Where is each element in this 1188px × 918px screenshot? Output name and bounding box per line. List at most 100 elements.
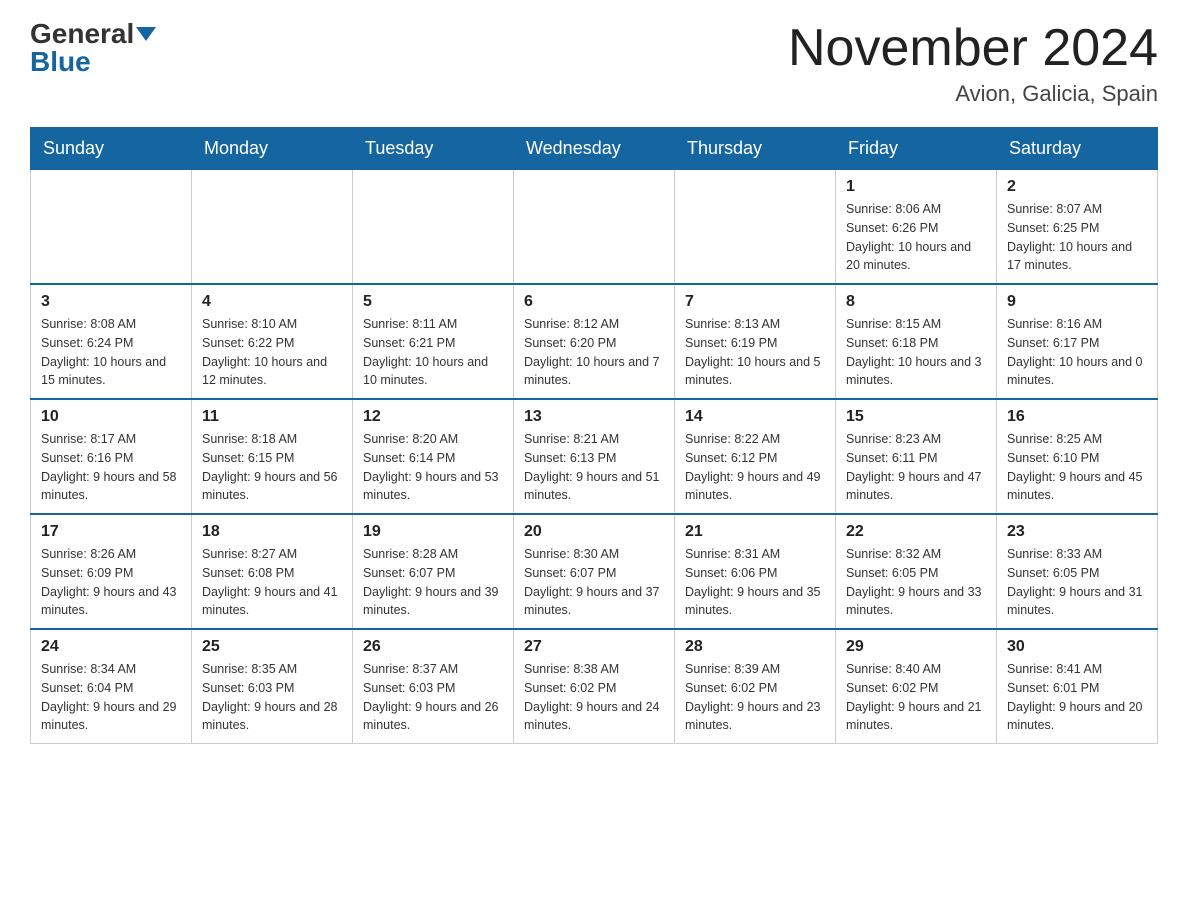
calendar-cell: 22Sunrise: 8:32 AMSunset: 6:05 PMDayligh… — [836, 514, 997, 629]
weekday-header-sunday: Sunday — [31, 128, 192, 170]
calendar-cell: 16 Sunrise: 8:25 AMSunset: 6:10 PMDayligh… — [997, 399, 1158, 514]
calendar-week-row: 3 Sunrise: 8:08 AMSunset: 6:24 PMDaylight… — [31, 284, 1158, 399]
calendar-cell: 18Sunrise: 8:27 AMSunset: 6:08 PMDayligh… — [192, 514, 353, 629]
day-info: Sunrise: 8:12 AMSunset: 6:20 PMDaylight:… — [524, 315, 664, 390]
logo-arrow-icon — [136, 27, 156, 41]
day-info: Sunrise: 8:23 AMSunset: 6:11 PMDaylight:… — [846, 430, 986, 505]
day-number: 10 — [41, 408, 181, 426]
day-number: 1 — [846, 178, 986, 196]
day-number: 8 — [846, 293, 986, 311]
calendar-week-row: 1 Sunrise: 8:06 AMSunset: 6:26 PMDaylight… — [31, 170, 1158, 285]
day-number: 21 — [685, 523, 825, 541]
day-number: 12 — [363, 408, 503, 426]
day-number: 17 — [41, 523, 181, 541]
calendar-cell: 17Sunrise: 8:26 AMSunset: 6:09 PMDayligh… — [31, 514, 192, 629]
day-info: Sunrise: 8:13 AMSunset: 6:19 PMDaylight:… — [685, 315, 825, 390]
day-info: Sunrise: 8:11 AMSunset: 6:21 PMDaylight:… — [363, 315, 503, 390]
day-info: Sunrise: 8:06 AMSunset: 6:26 PMDaylight:… — [846, 200, 986, 275]
day-number: 9 — [1007, 293, 1147, 311]
day-number: 18 — [202, 523, 342, 541]
day-number: 5 — [363, 293, 503, 311]
calendar-cell: 11Sunrise: 8:18 AMSunset: 6:15 PMDayligh… — [192, 399, 353, 514]
logo-general-text: General — [30, 20, 134, 48]
day-number: 29 — [846, 638, 986, 656]
calendar-cell: 8 Sunrise: 8:15 AMSunset: 6:18 PMDaylight… — [836, 284, 997, 399]
calendar-cell — [514, 170, 675, 285]
day-info: Sunrise: 8:34 AMSunset: 6:04 PMDaylight:… — [41, 660, 181, 735]
day-number: 7 — [685, 293, 825, 311]
calendar-cell: 4 Sunrise: 8:10 AMSunset: 6:22 PMDaylight… — [192, 284, 353, 399]
calendar-cell: 23Sunrise: 8:33 AMSunset: 6:05 PMDayligh… — [997, 514, 1158, 629]
calendar-cell: 9 Sunrise: 8:16 AMSunset: 6:17 PMDaylight… — [997, 284, 1158, 399]
day-number: 14 — [685, 408, 825, 426]
calendar-cell: 30Sunrise: 8:41 AMSunset: 6:01 PMDayligh… — [997, 629, 1158, 744]
day-number: 23 — [1007, 523, 1147, 541]
calendar-week-row: 24 Sunrise: 8:34 AMSunset: 6:04 PMDayligh… — [31, 629, 1158, 744]
weekday-header-thursday: Thursday — [675, 128, 836, 170]
day-info: Sunrise: 8:16 AMSunset: 6:17 PMDaylight:… — [1007, 315, 1147, 390]
day-number: 19 — [363, 523, 503, 541]
day-info: Sunrise: 8:08 AMSunset: 6:24 PMDaylight:… — [41, 315, 181, 390]
day-number: 26 — [363, 638, 503, 656]
day-number: 6 — [524, 293, 664, 311]
calendar-cell: 20 Sunrise: 8:30 AMSunset: 6:07 PMDayligh… — [514, 514, 675, 629]
calendar-cell: 6 Sunrise: 8:12 AMSunset: 6:20 PMDaylight… — [514, 284, 675, 399]
calendar-cell: 19Sunrise: 8:28 AMSunset: 6:07 PMDayligh… — [353, 514, 514, 629]
weekday-header-monday: Monday — [192, 128, 353, 170]
day-number: 16 — [1007, 408, 1147, 426]
day-number: 25 — [202, 638, 342, 656]
weekday-header-row: SundayMondayTuesdayWednesdayThursdayFrid… — [31, 128, 1158, 170]
calendar-cell: 26 Sunrise: 8:37 AMSunset: 6:03 PMDayligh… — [353, 629, 514, 744]
day-info: Sunrise: 8:37 AMSunset: 6:03 PMDaylight:… — [363, 660, 503, 735]
calendar-cell: 24 Sunrise: 8:34 AMSunset: 6:04 PMDayligh… — [31, 629, 192, 744]
day-number: 2 — [1007, 178, 1147, 196]
calendar-cell: 3 Sunrise: 8:08 AMSunset: 6:24 PMDaylight… — [31, 284, 192, 399]
weekday-header-tuesday: Tuesday — [353, 128, 514, 170]
day-info: Sunrise: 8:25 AMSunset: 6:10 PMDaylight:… — [1007, 430, 1147, 505]
calendar-cell: 12 Sunrise: 8:20 AMSunset: 6:14 PMDayligh… — [353, 399, 514, 514]
calendar-cell: 27Sunrise: 8:38 AMSunset: 6:02 PMDayligh… — [514, 629, 675, 744]
calendar-table: SundayMondayTuesdayWednesdayThursdayFrid… — [30, 127, 1158, 744]
weekday-header-wednesday: Wednesday — [514, 128, 675, 170]
calendar-cell — [192, 170, 353, 285]
day-info: Sunrise: 8:17 AMSunset: 6:16 PMDaylight:… — [41, 430, 181, 505]
day-info: Sunrise: 8:20 AMSunset: 6:14 PMDaylight:… — [363, 430, 503, 505]
day-info: Sunrise: 8:15 AMSunset: 6:18 PMDaylight:… — [846, 315, 986, 390]
day-info: Sunrise: 8:07 AMSunset: 6:25 PMDaylight:… — [1007, 200, 1147, 275]
logo: General Blue — [30, 20, 156, 76]
calendar-cell: 25 Sunrise: 8:35 AMSunset: 6:03 PMDayligh… — [192, 629, 353, 744]
calendar-cell: 29 Sunrise: 8:40 AMSunset: 6:02 PMDayligh… — [836, 629, 997, 744]
calendar-cell: 7 Sunrise: 8:13 AMSunset: 6:19 PMDaylight… — [675, 284, 836, 399]
day-info: Sunrise: 8:22 AMSunset: 6:12 PMDaylight:… — [685, 430, 825, 505]
month-title: November 2024 — [788, 20, 1158, 77]
calendar-cell — [675, 170, 836, 285]
calendar-cell: 10 Sunrise: 8:17 AMSunset: 6:16 PMDayligh… — [31, 399, 192, 514]
header: General Blue November 2024 Avion, Galici… — [30, 20, 1158, 107]
day-info: Sunrise: 8:40 AMSunset: 6:02 PMDaylight:… — [846, 660, 986, 735]
weekday-header-friday: Friday — [836, 128, 997, 170]
day-number: 13 — [524, 408, 664, 426]
calendar-cell: 1 Sunrise: 8:06 AMSunset: 6:26 PMDaylight… — [836, 170, 997, 285]
weekday-header-saturday: Saturday — [997, 128, 1158, 170]
day-number: 30 — [1007, 638, 1147, 656]
day-info: Sunrise: 8:18 AMSunset: 6:15 PMDaylight:… — [202, 430, 342, 505]
calendar-cell: 21Sunrise: 8:31 AMSunset: 6:06 PMDayligh… — [675, 514, 836, 629]
day-number: 24 — [41, 638, 181, 656]
day-info: Sunrise: 8:32 AMSunset: 6:05 PMDaylight:… — [846, 545, 986, 620]
day-number: 4 — [202, 293, 342, 311]
calendar-cell: 2 Sunrise: 8:07 AMSunset: 6:25 PMDaylight… — [997, 170, 1158, 285]
location-title: Avion, Galicia, Spain — [788, 81, 1158, 107]
day-info: Sunrise: 8:30 AMSunset: 6:07 PMDaylight:… — [524, 545, 664, 620]
calendar-cell: 28Sunrise: 8:39 AMSunset: 6:02 PMDayligh… — [675, 629, 836, 744]
calendar-cell: 13 Sunrise: 8:21 AMSunset: 6:13 PMDayligh… — [514, 399, 675, 514]
day-info: Sunrise: 8:39 AMSunset: 6:02 PMDaylight:… — [685, 660, 825, 735]
day-number: 20 — [524, 523, 664, 541]
logo-blue-text: Blue — [30, 46, 91, 77]
day-info: Sunrise: 8:35 AMSunset: 6:03 PMDaylight:… — [202, 660, 342, 735]
day-info: Sunrise: 8:10 AMSunset: 6:22 PMDaylight:… — [202, 315, 342, 390]
day-number: 3 — [41, 293, 181, 311]
calendar-cell — [31, 170, 192, 285]
title-area: November 2024 Avion, Galicia, Spain — [788, 20, 1158, 107]
calendar-week-row: 10 Sunrise: 8:17 AMSunset: 6:16 PMDayligh… — [31, 399, 1158, 514]
day-info: Sunrise: 8:21 AMSunset: 6:13 PMDaylight:… — [524, 430, 664, 505]
